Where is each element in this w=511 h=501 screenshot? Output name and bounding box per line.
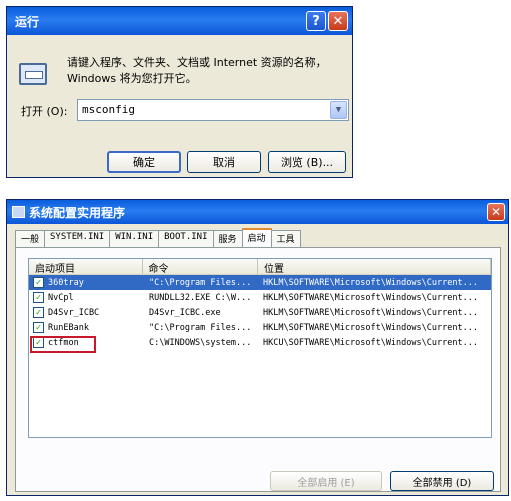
- run-dialog: 运行 ? ✕ 请键入程序、文件夹、文档或 Internet 资源的名称，Wind…: [6, 6, 353, 178]
- tab-boot-ini[interactable]: BOOT.INI: [158, 230, 214, 248]
- tab-tools[interactable]: 工具: [270, 230, 301, 248]
- tab-general[interactable]: 一般: [15, 230, 46, 248]
- cancel-button[interactable]: 取消: [187, 151, 261, 173]
- table-row[interactable]: ✓ 360tray "C:\Program Files... HKLM\SOFTW…: [29, 275, 491, 290]
- close-icon[interactable]: ✕: [328, 11, 348, 31]
- checkbox-icon[interactable]: ✓: [33, 307, 44, 318]
- startup-panel: 启动项目 命令 位置 ✓ 360tray "C:\Program Files...…: [15, 247, 501, 492]
- row-location: HKLM\SOFTWARE\Microsoft\Windows\Current.…: [263, 277, 478, 288]
- column-location[interactable]: 位置: [258, 259, 491, 275]
- msconfig-window: 系统配置实用程序 ✕ 一般 SYSTEM.INI WIN.INI BOOT.IN…: [6, 199, 509, 496]
- checkbox-icon[interactable]: ✓: [33, 277, 44, 288]
- run-icon: [19, 63, 47, 85]
- msconfig-title: 系统配置实用程序: [29, 205, 126, 220]
- run-title: 运行: [15, 14, 40, 29]
- row-command: C:\WINDOWS\system...: [149, 337, 252, 348]
- table-row[interactable]: ✓ RunEBank "C:\Program Files... HKLM\SOFT…: [29, 320, 491, 335]
- row-command: "C:\Program Files...: [149, 277, 252, 288]
- close-icon[interactable]: ✕: [487, 203, 505, 221]
- checkbox-icon[interactable]: ✓: [33, 322, 44, 333]
- run-titlebar: 运行 ? ✕: [7, 7, 352, 35]
- tab-win-ini[interactable]: WIN.INI: [109, 230, 160, 248]
- browse-button[interactable]: 浏览 (B)...: [268, 151, 346, 173]
- table-row[interactable]: ✓ NvCpl RUNDLL32.EXE C:\W... HKLM\SOFTWAR…: [29, 290, 491, 305]
- startup-list[interactable]: 启动项目 命令 位置 ✓ 360tray "C:\Program Files...…: [28, 258, 492, 438]
- command-value[interactable]: msconfig: [82, 103, 135, 116]
- ok-button[interactable]: 确定: [107, 151, 181, 173]
- help-icon[interactable]: ?: [306, 11, 326, 31]
- run-description: 请键入程序、文件夹、文档或 Internet 资源的名称，Windows 将为您…: [67, 56, 327, 85]
- row-command: D4Svr_ICBC.exe: [149, 307, 221, 318]
- tab-startup[interactable]: 启动: [241, 228, 272, 248]
- row-item: RunEBank: [48, 322, 89, 333]
- table-row[interactable]: ✓ D4Svr_ICBC D4Svr_ICBC.exe HKLM\SOFTWARE…: [29, 305, 491, 320]
- row-location: HKLM\SOFTWARE\Microsoft\Windows\Current.…: [263, 292, 478, 303]
- open-label: 打开 (O):: [21, 105, 68, 118]
- row-item: D4Svr_ICBC: [48, 307, 100, 318]
- row-item: NvCpl: [48, 292, 74, 303]
- msconfig-titlebar: 系统配置实用程序 ✕: [7, 200, 508, 224]
- row-location: HKCU\SOFTWARE\Microsoft\Windows\Current.…: [263, 337, 478, 348]
- column-command[interactable]: 命令: [143, 259, 259, 275]
- table-row[interactable]: ✓ ctfmon C:\WINDOWS\system... HKCU\SOFTWA…: [29, 335, 491, 350]
- msconfig-icon: [12, 206, 25, 218]
- row-command: RUNDLL32.EXE C:\W...: [149, 292, 252, 303]
- dropdown-arrow-icon[interactable]: ▼: [330, 101, 347, 119]
- list-header: 启动项目 命令 位置: [29, 259, 491, 275]
- ctfmon-highlight-box: [30, 336, 96, 353]
- row-command: "C:\Program Files...: [149, 322, 252, 333]
- tab-strip: 一般 SYSTEM.INI WIN.INI BOOT.INI 服务 启动 工具: [15, 228, 301, 248]
- enable-all-button[interactable]: 全部启用 (E): [270, 471, 382, 491]
- column-startup-item[interactable]: 启动项目: [29, 259, 143, 275]
- tab-services[interactable]: 服务: [212, 230, 243, 248]
- checkbox-icon[interactable]: ✓: [33, 292, 44, 303]
- command-input[interactable]: msconfig ▼: [77, 99, 349, 121]
- row-location: HKLM\SOFTWARE\Microsoft\Windows\Current.…: [263, 322, 478, 333]
- disable-all-button[interactable]: 全部禁用 (D): [390, 471, 494, 491]
- tab-system-ini[interactable]: SYSTEM.INI: [44, 230, 111, 248]
- row-location: HKLM\SOFTWARE\Microsoft\Windows\Current.…: [263, 307, 478, 318]
- row-item: 360tray: [48, 277, 84, 288]
